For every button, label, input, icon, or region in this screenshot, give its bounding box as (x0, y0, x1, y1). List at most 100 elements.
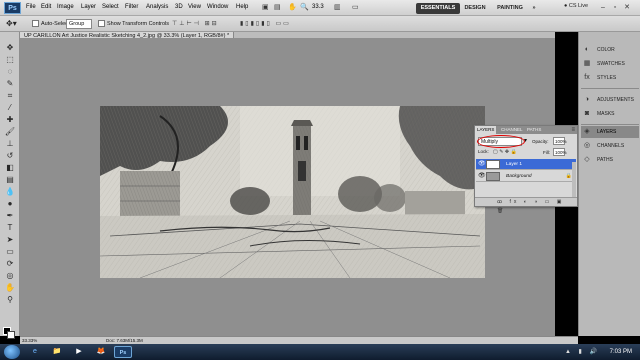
marquee-tool-icon[interactable]: ⬚ (3, 54, 17, 66)
gradient-tool-icon[interactable]: ▤ (3, 174, 17, 186)
styles-icon: fx (584, 74, 590, 81)
fill-field[interactable]: 100% (553, 148, 567, 156)
layer-row-background[interactable]: 👁 Background 🔒 (476, 171, 576, 182)
eyedropper-icon[interactable]: ⁄ (3, 102, 17, 114)
clock[interactable]: 7:03 PM (610, 349, 632, 355)
panel-paths[interactable]: ◇ PATHS (581, 154, 639, 166)
firefox-icon[interactable]: 🦊 (92, 346, 110, 358)
zoom-tool-icon[interactable]: ⚲ (3, 294, 17, 306)
menu-image[interactable]: Image (57, 4, 74, 10)
layer-thumbnail (486, 160, 500, 169)
more-workspaces-button[interactable]: » (530, 3, 538, 14)
panel-styles[interactable]: fx STYLES (581, 72, 639, 84)
panel-channels[interactable]: ◎ CHANNELS (581, 140, 639, 152)
quick-select-icon[interactable]: ✎ (3, 78, 17, 90)
shape-tool-icon[interactable]: ▭ (3, 246, 17, 258)
system-tray-icons[interactable]: ▲ ▮ 🔊 (565, 348, 600, 355)
close-icon[interactable]: ✕ (622, 3, 632, 12)
blur-tool-icon[interactable]: 💧 (3, 186, 17, 198)
auto-select-dropdown[interactable]: Group (66, 19, 92, 29)
hand-tool-icon[interactable]: ✋ (3, 282, 17, 294)
path-select-icon[interactable]: ➤ (3, 234, 17, 246)
document-size-info[interactable]: Doc: 7.63M/15.3M (106, 337, 143, 344)
clone-stamp-icon[interactable]: ⊥ (3, 138, 17, 150)
hand-icon[interactable]: ✋ (288, 3, 297, 13)
lasso-tool-icon[interactable]: ◌ (3, 66, 17, 78)
layers-scrollbar[interactable] (572, 162, 576, 198)
dodge-tool-icon[interactable]: ● (3, 198, 17, 210)
panel-label: SWATCHES (597, 61, 625, 67)
eye-icon[interactable]: 👁 (478, 160, 486, 169)
sketch-artwork (100, 106, 485, 278)
workspace-essentials[interactable]: ESSENTIALS (416, 3, 460, 14)
media-player-icon[interactable]: ▶ (70, 346, 88, 358)
layer-row-layer-1[interactable]: 👁 Layer 1 (476, 159, 576, 170)
mini-bridge-icon[interactable]: ▤ (274, 3, 281, 13)
fill-label: Fill: (543, 150, 550, 155)
start-button[interactable] (4, 345, 20, 359)
menu-3d[interactable]: 3D (175, 4, 183, 10)
layers-icon: ◈ (584, 128, 590, 135)
show-transform-label: Show Transform Controls (107, 21, 170, 27)
paths-icon: ◇ (584, 156, 590, 163)
opacity-field[interactable]: 100% (553, 137, 567, 145)
panel-adjustments[interactable]: ◑ ADJUSTMENTS (581, 94, 639, 106)
history-brush-icon[interactable]: ↺ (3, 150, 17, 162)
zoom-tool-icon[interactable]: 🔍 (300, 3, 309, 13)
panel-label: LAYERS (597, 129, 617, 135)
menu-filter[interactable]: Filter (125, 4, 138, 10)
brush-tool-icon[interactable]: 🖌 (3, 126, 17, 138)
panel-layers[interactable]: ◈ LAYERS (581, 126, 639, 138)
tab-paths[interactable]: PATHS (525, 126, 543, 134)
3d-orbit-icon[interactable]: ◎ (3, 270, 17, 282)
layers-panel: LAYERS CHANNEL PATHS ≡ Multiply ▾ Opacit… (474, 125, 578, 214)
tab-layers[interactable]: LAYERS (475, 126, 497, 134)
explorer-icon[interactable]: 📁 (48, 346, 66, 358)
move-tool-icon[interactable]: ✥ (3, 42, 17, 54)
healing-brush-icon[interactable]: ✚ (3, 114, 17, 126)
document-image[interactable] (100, 106, 485, 278)
panel-color[interactable]: ◐ COLOR (581, 44, 639, 56)
screen-mode-icon[interactable]: ▭ (352, 3, 359, 13)
menu-select[interactable]: Select (102, 4, 119, 10)
panel-label: MASKS (597, 111, 615, 117)
pen-tool-icon[interactable]: ✒ (3, 210, 17, 222)
workspace-painting[interactable]: PAINTING (495, 3, 525, 14)
workspace-design[interactable]: DESIGN (462, 3, 488, 14)
distribute-icons[interactable]: ▮▯▮▯▮▯ ▭▭ (240, 20, 291, 27)
auto-select-checkbox[interactable] (32, 20, 39, 27)
maximize-icon[interactable]: ▫ (610, 3, 620, 12)
panel-masks[interactable]: ◙ MASKS (581, 108, 639, 120)
menu-edit[interactable]: Edit (41, 4, 51, 10)
arrange-docs-icon[interactable]: ▥ (334, 3, 341, 13)
zoom-level-field[interactable]: 33.3 (312, 4, 324, 10)
layers-footer-icons[interactable]: ꝏ fx ◐ ◑ ▭ ▣ 🗑 (475, 197, 577, 214)
minimize-icon[interactable]: – (598, 3, 608, 12)
show-transform-checkbox[interactable] (98, 20, 105, 27)
ie-icon[interactable]: e (26, 346, 44, 358)
panel-swatches[interactable]: ▦ SWATCHES (581, 58, 639, 70)
photoshop-taskbar-icon[interactable]: Ps (114, 346, 132, 358)
eye-icon[interactable]: 👁 (478, 172, 486, 181)
3d-rotate-icon[interactable]: ⟳ (3, 258, 17, 270)
menu-window[interactable]: Window (207, 4, 228, 10)
background-color-swatch[interactable] (7, 331, 15, 339)
menu-analysis[interactable]: Analysis (146, 4, 168, 10)
move-tool-icon[interactable]: ✥▾ (6, 19, 17, 28)
menu-file[interactable]: File (26, 4, 36, 10)
tab-channels[interactable]: CHANNEL (499, 126, 525, 134)
bridge-icon[interactable]: ▣ (262, 3, 269, 13)
zoom-readout[interactable]: 33.33% (22, 337, 37, 344)
menu-view[interactable]: View (188, 4, 201, 10)
panel-menu-icon[interactable]: ≡ (571, 126, 575, 134)
cs-live-label: CS Live (568, 3, 589, 9)
menu-layer[interactable]: Layer (81, 4, 96, 10)
lock-icons[interactable]: ▢✎✥🔒 (493, 149, 518, 155)
channels-icon: ◎ (583, 142, 591, 149)
align-icons[interactable]: ⊤⊥⊢⊣ ⊞⊟ (172, 20, 219, 27)
eraser-tool-icon[interactable]: ◧ (3, 162, 17, 174)
menu-help[interactable]: Help (236, 4, 248, 10)
type-tool-icon[interactable]: T (3, 222, 17, 234)
crop-tool-icon[interactable]: ⌗ (3, 90, 17, 102)
cs-live-button[interactable]: ● CS Live (564, 3, 588, 9)
